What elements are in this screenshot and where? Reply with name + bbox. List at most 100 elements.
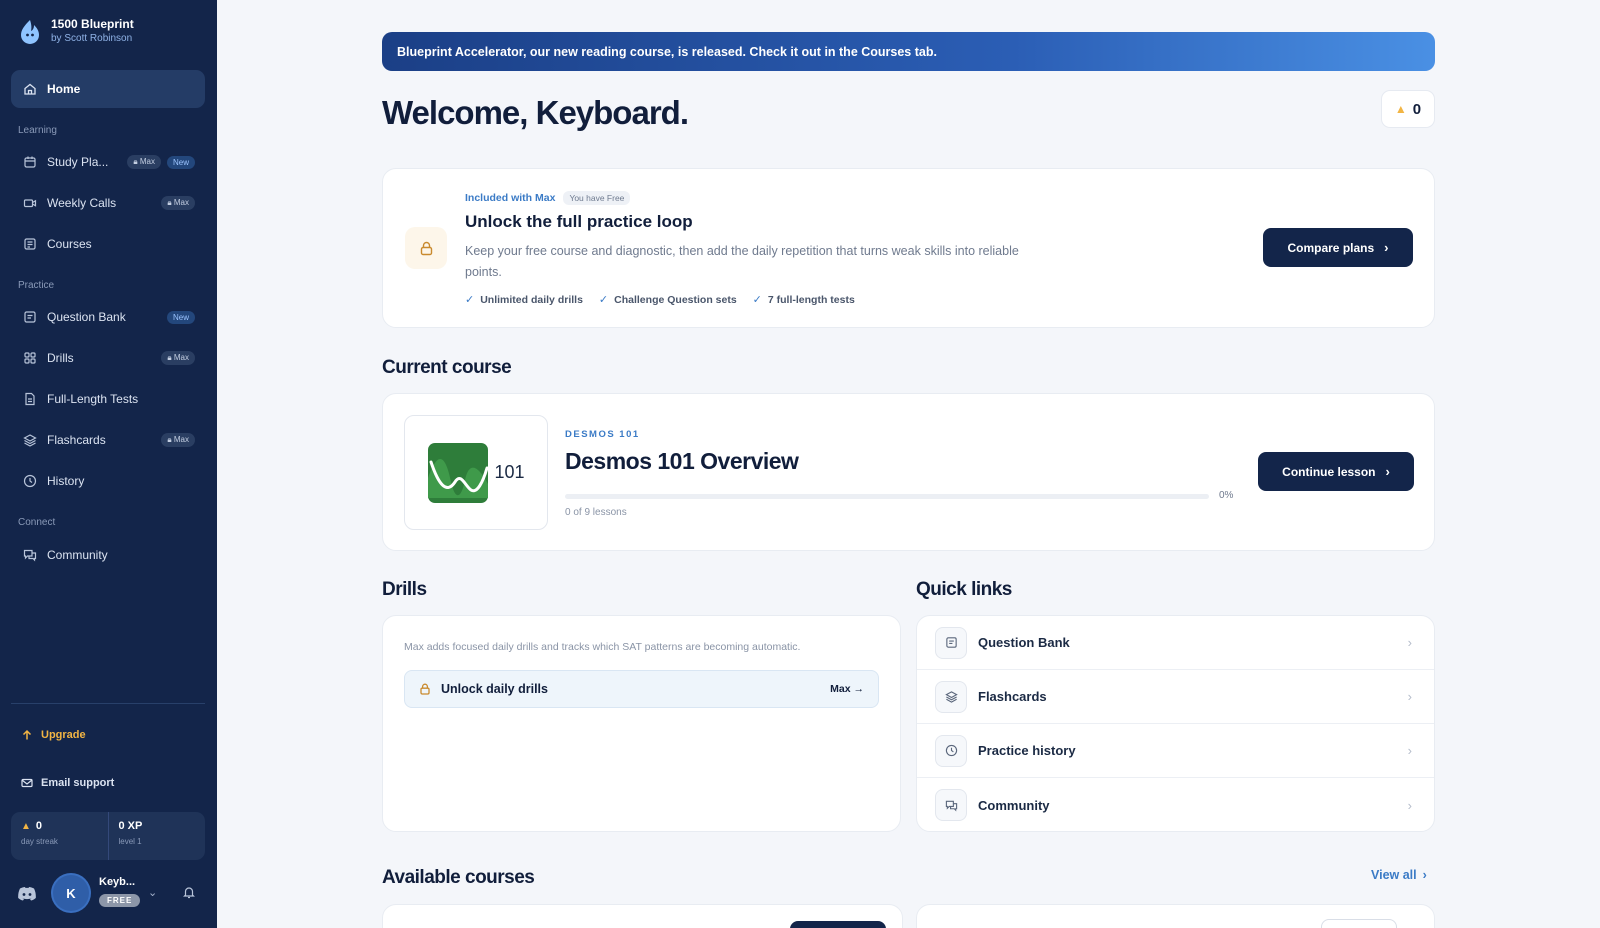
sidebar-item-label: Study Pla... — [47, 155, 109, 169]
unlock-daily-drills-button[interactable]: Unlock daily drills Max → — [404, 670, 879, 708]
book-icon — [24, 238, 36, 250]
max-badge: 🔒︎ Max — [161, 351, 195, 365]
sidebar-item-courses[interactable]: Courses — [11, 225, 205, 263]
chevron-right-icon: › — [1422, 868, 1427, 882]
max-badge: 🔒︎ Max — [127, 155, 161, 169]
sidebar-item-label: Courses — [47, 237, 92, 251]
chevron-right-icon: › — [1407, 635, 1412, 650]
brand-subtitle: by Scott Robinson — [51, 33, 133, 44]
lock-icon — [420, 241, 432, 255]
question-bank-icon — [24, 311, 36, 323]
user-row: K Keyb... FREE ⌄ — [0, 872, 217, 922]
day-streak-stat: ▲ 0 day streak — [11, 812, 108, 860]
max-badge: 🔒︎ Max — [161, 433, 195, 447]
sidebar-item-drills[interactable]: Drills 🔒︎ Max — [11, 339, 205, 377]
view-all-link[interactable]: View all › — [1371, 868, 1427, 882]
check-icon: ✓ — [598, 294, 609, 306]
drills-card: Max adds focused daily drills and tracks… — [382, 615, 901, 832]
sidebar-divider — [11, 703, 205, 704]
available-course-card[interactable] — [916, 904, 1435, 928]
question-bank-icon — [935, 626, 967, 659]
quick-link-community[interactable]: Community › — [917, 778, 1434, 831]
quick-links-heading: Quick links — [916, 579, 1012, 600]
brand-title: 1500 Blueprint — [51, 17, 134, 31]
quick-link-question-bank[interactable]: Question Bank › — [917, 616, 1434, 670]
feature-item: ✓ Unlimited daily drills — [465, 293, 583, 307]
video-icon — [23, 199, 37, 208]
unlock-eyebrow: Included with Max You have Free — [465, 191, 631, 205]
flame-icon: ▲ — [21, 820, 31, 832]
sidebar-item-question-bank[interactable]: Question Bank New — [11, 298, 205, 336]
unlock-daily-drills-label: Unlock daily drills — [441, 682, 548, 696]
new-badge: New — [166, 310, 195, 324]
unlock-description: Keep your free course and diagnostic, th… — [465, 244, 1019, 279]
chevron-right-icon: › — [1407, 689, 1412, 704]
current-course-card: 101 DESMOS 101 Desmos 101 Overview 0% 0 … — [382, 393, 1435, 551]
course-number: 101 — [494, 462, 525, 482]
brand[interactable]: 1500 Blueprint by Scott Robinson — [18, 17, 134, 45]
discord-icon[interactable] — [17, 886, 37, 902]
sidebar-item-weekly-calls[interactable]: Weekly Calls 🔒︎ Max — [11, 184, 205, 222]
course-title: Desmos 101 Overview — [565, 448, 799, 474]
included-with-max-label: Included with Max — [465, 192, 556, 204]
compare-plans-button[interactable]: Compare plans › — [1263, 228, 1413, 267]
chat-icon — [935, 789, 967, 821]
sidebar-item-label: History — [47, 474, 85, 488]
xp-value: 0 XP — [118, 820, 143, 832]
mail-icon — [21, 778, 33, 788]
unlock-practice-card: Included with Max You have Free Unlock t… — [382, 168, 1435, 328]
stats-panel: ▲ 0 day streak 0 XP level 1 — [11, 812, 205, 860]
streak-count: 0 — [1412, 100, 1422, 118]
feature-item: ✓ 7 full-length tests — [752, 293, 855, 307]
plan-badge: FREE — [99, 894, 141, 907]
chevron-right-icon: › — [1384, 240, 1389, 255]
layers-icon — [935, 680, 967, 713]
bell-icon[interactable] — [182, 885, 196, 899]
sidebar-item-history[interactable]: History — [11, 462, 205, 500]
sidebar-item-label: Full-Length Tests — [47, 392, 139, 406]
section-label-learning: Learning — [18, 125, 57, 136]
level-label: level 1 — [118, 837, 142, 846]
home-icon — [24, 83, 36, 95]
sidebar-item-full-length-tests[interactable]: Full-Length Tests — [11, 380, 205, 418]
course-thumbnail[interactable]: 101 — [404, 415, 548, 530]
max-badge: 🔒︎ Max — [161, 196, 195, 210]
quick-link-practice-history[interactable]: Practice history › — [917, 724, 1434, 778]
feature-item: ✓ Challenge Question sets — [598, 293, 737, 307]
user-name[interactable]: Keyb... — [99, 876, 135, 888]
quick-link-flashcards[interactable]: Flashcards › — [917, 670, 1434, 724]
sidebar-item-community[interactable]: Community — [11, 536, 205, 574]
available-courses-heading: Available courses — [382, 867, 535, 888]
lesson-count: 0 of 9 lessons — [565, 507, 627, 518]
unlock-title: Unlock the full practice loop — [465, 212, 693, 231]
check-icon: ✓ — [752, 294, 762, 306]
course-progress-bar — [565, 494, 1209, 499]
sidebar-item-label: Home — [47, 82, 81, 96]
course-progress-percent: 0% — [1219, 490, 1234, 501]
current-plan-pill: You have Free — [563, 191, 631, 205]
drills-description: Max adds focused daily drills and tracks… — [404, 641, 801, 653]
drills-heading: Drills — [382, 579, 427, 600]
avatar[interactable]: K — [53, 875, 89, 911]
layers-icon — [23, 434, 37, 447]
continue-lesson-button[interactable]: Continue lesson › — [1258, 452, 1414, 491]
sidebar-item-flashcards[interactable]: Flashcards 🔒︎ Max — [11, 421, 205, 459]
chevron-down-icon[interactable]: ⌄ — [148, 886, 157, 899]
arrow-up-icon — [22, 729, 32, 740]
sidebar-item-home[interactable]: Home — [11, 70, 205, 108]
calendar-icon — [24, 156, 36, 168]
chevron-right-icon: › — [1385, 464, 1390, 479]
streak-counter[interactable]: ▲ 0 — [1381, 90, 1435, 128]
upgrade-link[interactable]: Upgrade — [21, 729, 86, 741]
chat-icon — [23, 549, 37, 562]
desmos-logo-icon — [428, 442, 489, 503]
document-icon — [25, 392, 35, 406]
announcement-banner[interactable]: Blueprint Accelerator, our new reading c… — [382, 32, 1435, 71]
sidebar-item-label: Drills — [47, 351, 74, 365]
sidebar-item-study-plan[interactable]: Study Pla... 🔒︎ Max New — [11, 143, 205, 181]
available-course-card[interactable] — [382, 904, 903, 928]
course-thumbnail — [790, 921, 886, 928]
chevron-right-icon: › — [1407, 743, 1412, 758]
email-support-link[interactable]: Email support — [21, 777, 114, 789]
sidebar-item-label: Flashcards — [47, 433, 106, 447]
